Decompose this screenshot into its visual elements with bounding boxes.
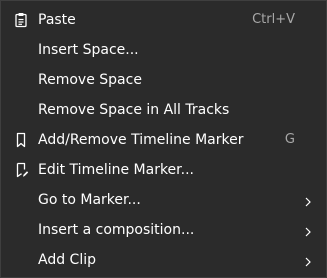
chevron-right-icon <box>303 195 313 207</box>
shortcut-label: G <box>284 132 295 147</box>
clipboard-icon <box>13 12 29 28</box>
bookmark-edit-icon <box>13 162 29 178</box>
menu-item-paste[interactable]: Paste Ctrl+V <box>1 5 326 35</box>
menu-item-label: Edit Timeline Marker... <box>38 162 194 178</box>
shortcut-label: Ctrl+V <box>252 12 295 27</box>
menu-item-remove-space[interactable]: Remove Space <box>1 65 326 95</box>
context-menu: Paste Ctrl+V Insert Space... Remove Spac… <box>0 0 327 278</box>
menu-item-label: Insert a composition... <box>38 222 195 238</box>
menu-item-label: Add/Remove Timeline Marker <box>38 132 244 148</box>
menu-item-label: Paste <box>38 12 76 28</box>
menu-item-insert-composition[interactable]: Insert a composition... <box>1 215 326 245</box>
menu-item-label: Go to Marker... <box>38 192 141 208</box>
bookmark-icon <box>13 132 29 148</box>
chevron-right-icon <box>303 225 313 237</box>
menu-item-add-clip[interactable]: Add Clip <box>1 245 326 275</box>
menu-item-remove-space-all-tracks[interactable]: Remove Space in All Tracks <box>1 95 326 125</box>
menu-item-label: Insert Space... <box>38 42 139 58</box>
menu-item-add-remove-timeline-marker[interactable]: Add/Remove Timeline Marker G <box>1 125 326 155</box>
menu-item-label: Add Clip <box>38 252 96 268</box>
menu-item-go-to-marker[interactable]: Go to Marker... <box>1 185 326 215</box>
menu-item-edit-timeline-marker[interactable]: Edit Timeline Marker... <box>1 155 326 185</box>
menu-item-label: Remove Space <box>38 72 142 88</box>
chevron-right-icon <box>303 255 313 267</box>
menu-item-insert-space[interactable]: Insert Space... <box>1 35 326 65</box>
menu-item-label: Remove Space in All Tracks <box>38 102 230 118</box>
